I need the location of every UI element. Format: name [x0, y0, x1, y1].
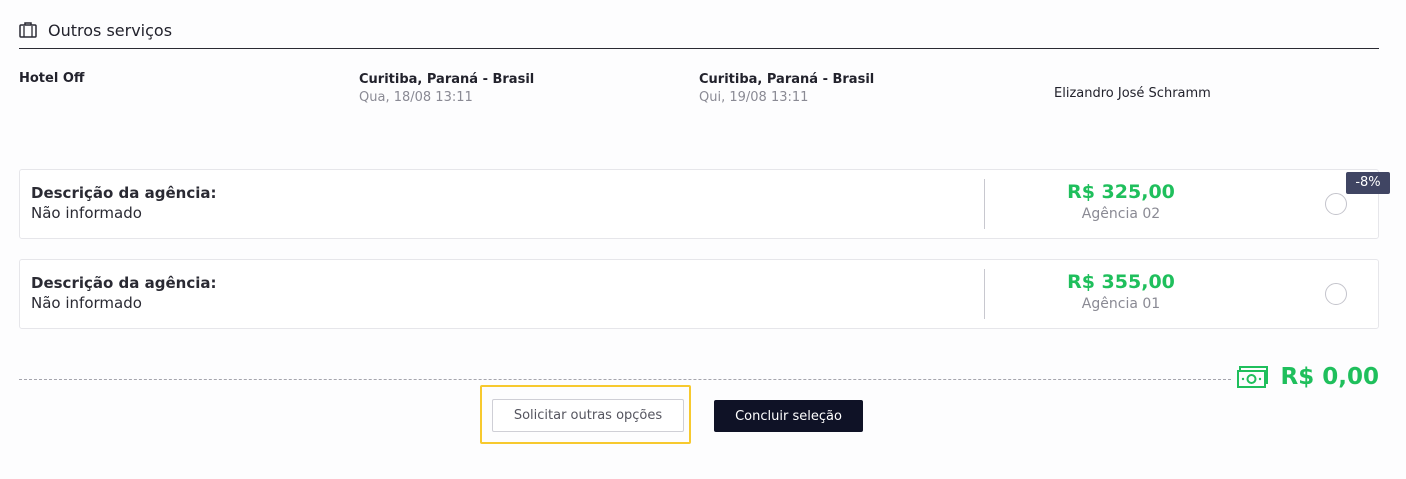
discount-badge: -8%	[1346, 172, 1390, 194]
agency-description: Descrição da agência: Não informado	[31, 183, 216, 223]
agency-name: Agência 02	[1081, 206, 1161, 222]
origin-location: Curitiba, Paraná - Brasil Qua, 18/08 13:…	[359, 71, 534, 108]
destination-location: Curitiba, Paraná - Brasil Qui, 19/08 13:…	[699, 71, 874, 108]
price-block: R$ 325,00 Agência 02	[986, 180, 1256, 224]
destination-date: Qui, 19/08 13:11	[699, 90, 809, 105]
agency-name: Agência 01	[1081, 296, 1161, 312]
traveler-name: Elizandro José Schramm	[1054, 86, 1211, 101]
section-title: Outros serviços	[48, 21, 173, 40]
dashed-divider	[19, 379, 1231, 380]
select-option-radio[interactable]	[1325, 193, 1347, 215]
section-header: Outros serviços	[19, 20, 1379, 49]
confirm-selection-button[interactable]: Concluir seleção	[714, 400, 863, 432]
luggage-icon	[19, 22, 37, 38]
description-value: Não informado	[31, 204, 142, 222]
total-summary: R$ 0,00	[1236, 364, 1379, 390]
agency-option-card[interactable]: Descrição da agência: Não informado R$ 3…	[19, 169, 1379, 239]
destination-city: Curitiba, Paraná - Brasil	[699, 72, 875, 87]
agency-description: Descrição da agência: Não informado	[31, 273, 216, 313]
origin-date: Qua, 18/08 13:11	[359, 90, 473, 105]
money-icon	[1236, 366, 1268, 388]
divider	[984, 269, 985, 319]
origin-city: Curitiba, Paraná - Brasil	[359, 72, 535, 87]
option-price: R$ 325,00	[1067, 181, 1175, 203]
description-label: Descrição da agência:	[31, 184, 217, 202]
total-amount: R$ 0,00	[1280, 364, 1379, 390]
divider	[984, 179, 985, 229]
option-price: R$ 355,00	[1067, 271, 1175, 293]
select-option-radio[interactable]	[1325, 283, 1347, 305]
description-label: Descrição da agência:	[31, 274, 217, 292]
trip-info-row: Hotel Off Curitiba, Paraná - Brasil Qua,…	[19, 68, 1379, 118]
agency-option-card[interactable]: Descrição da agência: Não informado R$ 3…	[19, 259, 1379, 329]
price-block: R$ 355,00 Agência 01	[986, 270, 1256, 314]
description-value: Não informado	[31, 294, 142, 312]
request-other-options-button[interactable]: Solicitar outras opções	[492, 399, 684, 432]
service-name: Hotel Off	[19, 71, 85, 86]
